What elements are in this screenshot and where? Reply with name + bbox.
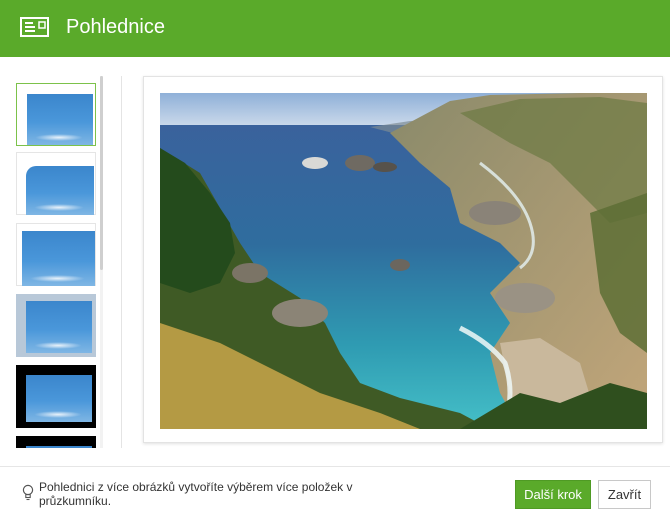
next-step-button[interactable]: Další krok — [515, 480, 591, 509]
template-thumb-6[interactable] — [16, 436, 96, 448]
template-list-scrollbar[interactable] — [100, 76, 103, 448]
template-thumb-2[interactable] — [16, 152, 96, 215]
hint-text: Pohlednici z více obrázků vytvoříte výbě… — [39, 480, 353, 508]
coastal-cliffs-photo — [160, 93, 647, 429]
template-thumb-4[interactable] — [16, 294, 96, 357]
footer-divider — [0, 466, 670, 467]
template-thumb-1[interactable] — [16, 83, 96, 146]
scrollbar-thumb[interactable] — [100, 76, 103, 270]
postcard-icon — [20, 17, 49, 37]
lightbulb-icon — [22, 484, 34, 501]
postcard-preview — [143, 76, 663, 443]
template-list[interactable] — [14, 76, 104, 448]
header-bar: Pohlednice — [0, 0, 670, 57]
divider — [121, 76, 122, 448]
template-thumb-5[interactable] — [16, 365, 96, 428]
template-thumb-3[interactable] — [16, 223, 96, 286]
close-button[interactable]: Zavřít — [598, 480, 651, 509]
page-title: Pohlednice — [66, 16, 165, 38]
